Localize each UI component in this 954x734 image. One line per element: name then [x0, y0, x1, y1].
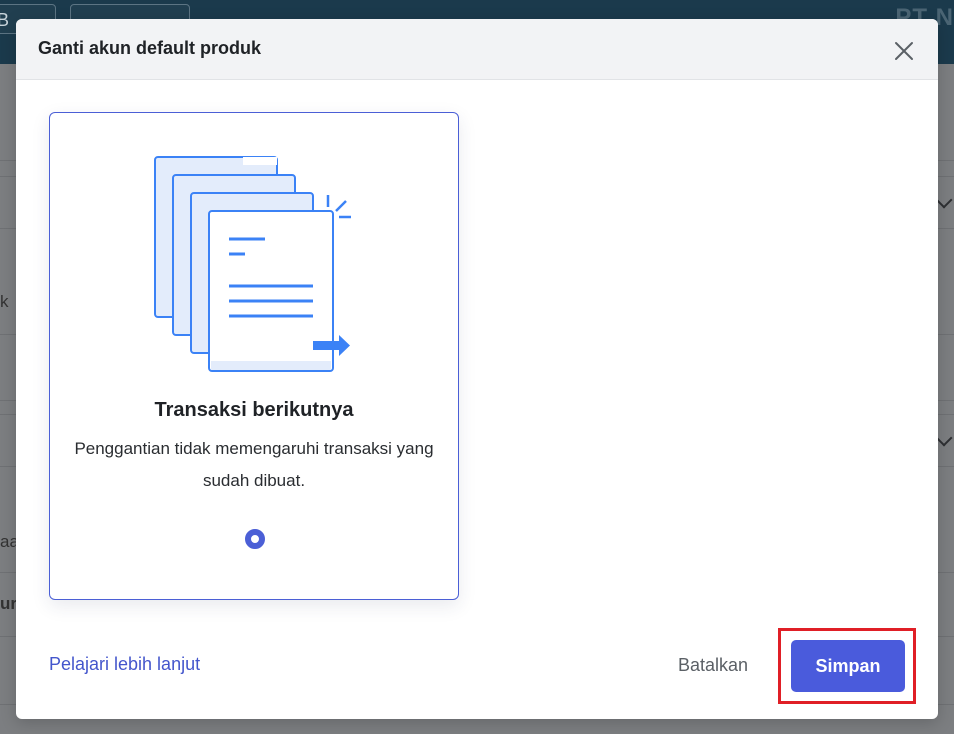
save-button[interactable]: Simpan [791, 640, 905, 692]
cancel-button[interactable]: Batalkan [664, 646, 762, 684]
background-text: ur [0, 594, 17, 613]
change-default-account-dialog: Ganti akun default produk Transaksi beri… [16, 19, 938, 719]
dialog-title: Ganti akun default produk [38, 38, 262, 58]
close-button[interactable] [892, 39, 916, 63]
learn-more-link[interactable]: Pelajari lebih lanjut [49, 654, 200, 675]
option-title: Transaksi berikutnya [154, 399, 354, 421]
dialog-header: Ganti akun default produk [16, 19, 938, 80]
chevron-down-icon [935, 429, 953, 447]
option-description: Penggantian tidak memengaruhi transaksi … [74, 439, 434, 490]
close-icon [895, 42, 913, 60]
background-text: k [0, 292, 9, 311]
documents-forward-icon [154, 156, 351, 372]
option-card-next-transactions[interactable]: Transaksi berikutnya Penggantian tidak m… [49, 112, 459, 600]
chevron-down-icon [935, 191, 953, 209]
option-radio-selected[interactable] [245, 529, 265, 549]
